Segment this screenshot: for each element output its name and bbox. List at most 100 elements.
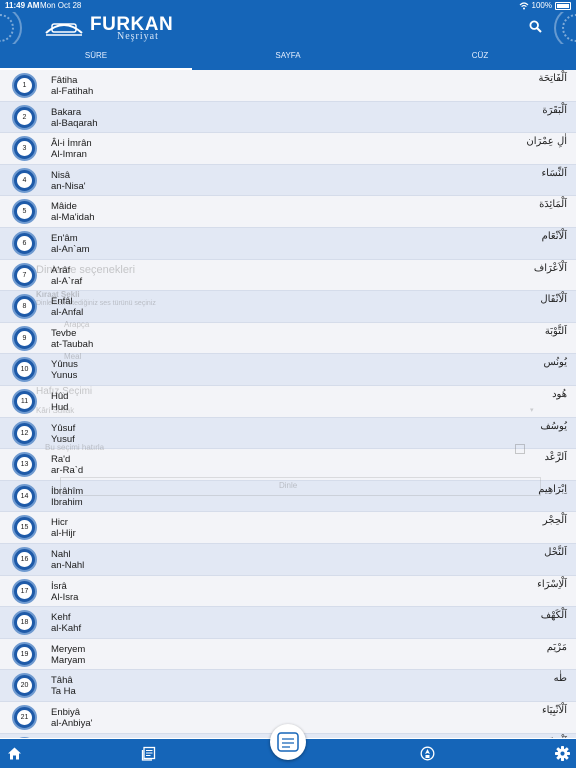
- qibla-icon[interactable]: [420, 746, 435, 761]
- surah-row[interactable]: 5 Mâide al-Ma'idah اَلْمَائِدَة: [0, 196, 576, 228]
- surah-row[interactable]: 15 Hicr al-Hijr اَلْحِجْر: [0, 512, 576, 544]
- surah-row[interactable]: 4 Nisâ an-Nisa' اَلنِّسَاء: [0, 164, 576, 197]
- surah-latin-name: al-Hijr: [51, 528, 76, 540]
- surah-number: 3: [17, 141, 32, 157]
- dialog-listen-button: [60, 477, 541, 496]
- logo-icon: [45, 23, 83, 36]
- surah-arabic-name: اَلْفَاتِحَة: [538, 73, 567, 84]
- surah-arabic-name: اَلْاَنْعَام: [541, 231, 567, 242]
- surah-arabic-name: اَلنِّسَاء: [541, 167, 567, 179]
- surah-latin-name: Yunus: [51, 370, 78, 382]
- surah-row[interactable]: 1 Fâtiha al-Fatihah اَلْفَاتِحَة: [0, 70, 576, 102]
- surah-number-badge: 22: [12, 736, 37, 738]
- surah-number-badge: 14: [12, 483, 37, 509]
- surah-row[interactable]: 2 Bakara al-Baqarah اَلْبَقَرَة: [0, 101, 576, 134]
- status-time: 11:49 AM: [5, 1, 40, 10]
- chevron-down-icon: ▾: [530, 407, 534, 414]
- surah-number: 2: [17, 109, 32, 125]
- surah-turkish-name: Hicr: [51, 517, 68, 529]
- surah-number: 18: [17, 615, 32, 631]
- gear-icon[interactable]: [555, 746, 570, 761]
- surah-row[interactable]: 10 Yûnus Yunus يُونُس: [0, 354, 576, 386]
- surah-latin-name: an-Nisa': [51, 180, 86, 192]
- surah-row[interactable]: 3 Âl-i İmrân Al-Imran اٰلِ عِمْرَان: [0, 133, 576, 165]
- surah-number-badge: 16: [12, 547, 37, 572]
- surah-arabic-name: اَلنَّحْل: [544, 547, 567, 558]
- surah-number: 8: [17, 299, 32, 315]
- surah-row[interactable]: 7 A'râf al-A`raf اَلْاَعْرَاف: [0, 259, 576, 292]
- surah-latin-name: al-Baqarah: [51, 117, 98, 129]
- surah-number: 5: [17, 204, 32, 220]
- surah-number-badge: 10: [12, 357, 37, 383]
- book-icon[interactable]: [141, 746, 156, 761]
- surah-row[interactable]: 11 Hûd Hud هُود: [0, 386, 576, 418]
- surah-turkish-name: Bakara: [51, 106, 82, 118]
- surah-latin-name: al-Anfal: [51, 307, 84, 319]
- surah-row[interactable]: 19 Meryem Maryam مَرْيَم: [0, 638, 576, 671]
- surah-turkish-name: Fâtiha: [51, 75, 78, 86]
- surah-row[interactable]: 12 Yûsuf Yusuf يُوسُف: [0, 417, 576, 450]
- ornament-left: [0, 12, 22, 44]
- surah-number-badge: 2: [12, 104, 37, 130]
- tab-sayfa[interactable]: SAYFA: [192, 44, 384, 70]
- surah-turkish-name: Ra'd: [51, 454, 71, 466]
- surah-number: 6: [17, 236, 32, 251]
- surah-turkish-name: En'âm: [51, 233, 78, 244]
- surah-number-badge: 13: [12, 452, 37, 478]
- surah-arabic-name: اٰلِ عِمْرَان: [526, 136, 567, 148]
- ornament-right: [554, 12, 576, 44]
- surah-number: 10: [17, 362, 32, 378]
- status-date: Mon Oct 28: [40, 1, 82, 10]
- surah-number: 14: [17, 488, 32, 504]
- surah-number: 12: [17, 425, 32, 441]
- surah-number-badge: 19: [12, 641, 37, 667]
- surah-arabic-name: اَلتَّوْبَة: [544, 325, 567, 337]
- surah-row[interactable]: 17 İsrâ Al-Isra اَلْاِسْرَاء: [0, 575, 576, 608]
- surah-number: 4: [17, 172, 32, 188]
- surah-number: 17: [17, 583, 32, 599]
- surah-turkish-name: Nisâ: [51, 169, 71, 181]
- dialog-remember-checkbox: [515, 444, 525, 454]
- tab-bar: SÜRE SAYFA CÜZ: [0, 44, 576, 70]
- surah-turkish-name: Kehf: [51, 612, 71, 624]
- surah-row[interactable]: 20 Tâhâ Ta Ha طٰه: [0, 670, 576, 702]
- surah-arabic-name: اَلْمَائِدَة: [539, 199, 567, 211]
- search-icon[interactable]: [529, 20, 542, 33]
- surah-turkish-name: Yûnus: [51, 359, 78, 371]
- surah-number: 20: [17, 678, 32, 694]
- surah-row[interactable]: 6 En'âm al-An`am اَلْاَنْعَام: [0, 228, 576, 260]
- surah-latin-name: al-Ma'idah: [51, 212, 95, 224]
- surah-number: 19: [17, 646, 32, 662]
- surah-number: 1: [17, 78, 32, 93]
- surah-number-badge: 1: [12, 73, 37, 98]
- surah-latin-name: Maryam: [51, 654, 86, 666]
- tab-cuz[interactable]: CÜZ: [384, 44, 576, 70]
- surah-number-badge: 15: [12, 515, 37, 541]
- surah-number: 9: [17, 330, 32, 346]
- surah-latin-name: ar-Ra`d: [51, 465, 84, 477]
- surah-number: 13: [17, 457, 32, 473]
- surah-number-badge: 7: [12, 262, 37, 288]
- surah-row[interactable]: 18 Kehf al-Kahf اَلْكَهْف: [0, 607, 576, 639]
- surah-latin-name: Hud: [51, 402, 69, 413]
- surah-row[interactable]: 16 Nahl an-Nahl اَلنَّحْل: [0, 544, 576, 576]
- tab-sure[interactable]: SÜRE: [0, 44, 192, 70]
- home-icon[interactable]: [7, 746, 22, 761]
- surah-number: 15: [17, 520, 32, 536]
- surah-number: 11: [17, 394, 32, 409]
- surah-arabic-name: اَلْحَجّ: [548, 737, 567, 738]
- surah-latin-name: al-An`am: [51, 244, 90, 255]
- surah-number: 16: [17, 552, 32, 567]
- surah-arabic-name: اَلْاَنْبِيَاء: [541, 705, 567, 716]
- surah-latin-name: al-Kahf: [51, 623, 82, 635]
- surah-arabic-name: اَلْاَنْفَال: [540, 294, 567, 306]
- surah-arabic-name: اَلرَّعْد: [544, 452, 567, 464]
- surah-arabic-name: اَلْاِسْرَاء: [537, 578, 567, 590]
- surah-turkish-name: İsrâ: [51, 580, 67, 592]
- surah-latin-name: al-Anbiya': [51, 718, 93, 729]
- surah-list: 1 Fâtiha al-Fatihah اَلْفَاتِحَة 2 Bakara al-B…: [0, 70, 576, 738]
- surah-row[interactable]: 9 Tevbe at-Taubah اَلتَّوْبَة: [0, 322, 576, 355]
- surah-arabic-name: يُوسُف: [540, 420, 567, 432]
- center-menu-button[interactable]: [270, 724, 306, 760]
- surah-row[interactable]: 8 Enfâl al-Anfal اَلْاَنْفَال: [0, 291, 576, 323]
